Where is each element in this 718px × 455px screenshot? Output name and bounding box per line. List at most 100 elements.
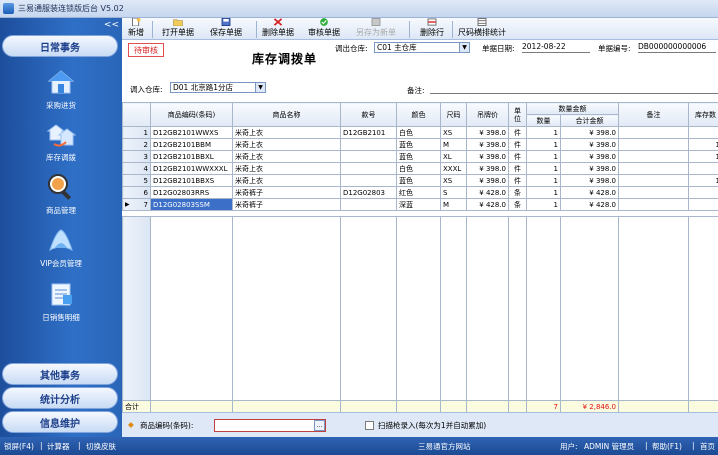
switch-skin-link[interactable]: 切换皮肤	[86, 441, 116, 452]
cell-stock[interactable]	[688, 162, 718, 175]
sidebar-item-products[interactable]: 商品管理	[0, 173, 122, 223]
cell-style[interactable]: D12GB2101	[340, 126, 397, 139]
table-row[interactable]: 5D12GB2101BBXS米奇上衣蓝色XS¥ 398.0件1¥ 398.01	[122, 174, 718, 187]
sidebar-item-purchase[interactable]: 采购进货	[0, 68, 122, 118]
column-header-total[interactable]: 合计金额	[560, 114, 619, 127]
cell-unit[interactable]: 条	[508, 198, 527, 211]
cell-size[interactable]: XS	[440, 174, 467, 187]
cell-size[interactable]: XS	[440, 126, 467, 139]
cell-qty[interactable]: 1	[526, 198, 561, 211]
help-link[interactable]: 帮助(F1)	[652, 441, 682, 452]
cell-style[interactable]	[340, 174, 397, 187]
cell-size[interactable]: M	[440, 138, 467, 151]
in-warehouse-select[interactable]: D01 北京路1分店 ▼	[170, 82, 266, 93]
row-number[interactable]: ▶ 7	[122, 198, 151, 211]
cell-price[interactable]: ¥ 428.0	[466, 186, 509, 199]
sidebar-item-daily-sales[interactable]: 日销售明细	[0, 280, 122, 330]
column-header-size[interactable]: 尺码	[440, 102, 467, 127]
cell-price[interactable]: ¥ 398.0	[466, 174, 509, 187]
collapse-sidebar-icon[interactable]: <<	[104, 20, 119, 30]
row-number[interactable]: 5	[122, 174, 151, 187]
cell-price[interactable]: ¥ 428.0	[466, 198, 509, 211]
cell-style[interactable]	[340, 162, 397, 175]
cell-price[interactable]: ¥ 398.0	[466, 138, 509, 151]
chevron-down-icon[interactable]: ▼	[255, 83, 265, 92]
table-row[interactable]: 2D12GB2101BBM米奇上衣蓝色M¥ 398.0件1¥ 398.01	[122, 138, 718, 151]
cell-qty[interactable]: 1	[526, 138, 561, 151]
cell-style[interactable]: D12G02803	[340, 186, 397, 199]
official-site-link[interactable]: 三易通官方网站	[418, 441, 471, 452]
column-header-price[interactable]: 吊牌价	[466, 102, 509, 127]
table-row[interactable]: 6 D12G02803RRS 米奇裤子 D12G02803 红色 S ¥ 428.0 条 1 ¥ …	[122, 186, 718, 199]
sidebar-item-vip[interactable]: VIP会员管理	[0, 226, 122, 276]
cell-stock[interactable]	[688, 126, 718, 139]
cell-note[interactable]	[618, 186, 689, 199]
table-row[interactable]: ▶ 7 D12G02803SSM 米奇裤子 深蓝 M ¥ 428.0 条 1 ¥ 428.0	[122, 198, 718, 211]
cell-size[interactable]: XL	[440, 150, 467, 163]
table-row[interactable]: 4 D12GB2101WWXXXL 米奇上衣 白色 XXXL ¥ 398.0 件 1 ¥ 398…	[122, 162, 718, 175]
cell-qty[interactable]: 1	[526, 186, 561, 199]
cell-code[interactable]: D12GB2101BBXS	[150, 174, 233, 187]
cell-color[interactable]: 白色	[396, 162, 441, 175]
cell-name[interactable]: 米奇裤子	[232, 198, 341, 211]
cell-name[interactable]: 米奇上衣	[232, 126, 341, 139]
cell-note[interactable]	[618, 126, 689, 139]
doc-no-field[interactable]: DB000000000006	[638, 42, 716, 53]
delete-button[interactable]: 删除单据	[262, 18, 294, 40]
cell-total[interactable]: ¥ 398.0	[560, 138, 619, 151]
cell-color[interactable]: 白色	[396, 126, 441, 139]
cell-name[interactable]: 米奇上衣	[232, 162, 341, 175]
cell-note[interactable]	[618, 198, 689, 211]
note-field[interactable]	[430, 83, 718, 94]
cell-note[interactable]	[618, 162, 689, 175]
delete-row-button[interactable]: 删除行	[420, 18, 444, 40]
cell-stock[interactable]: 1	[688, 150, 718, 163]
cell-size[interactable]: XXXL	[440, 162, 467, 175]
column-header-note[interactable]: 备注	[618, 102, 689, 127]
cell-price[interactable]: ¥ 398.0	[466, 126, 509, 139]
cell-qty[interactable]: 1	[526, 126, 561, 139]
section-other-button[interactable]: 其他事务	[2, 363, 118, 385]
cell-note[interactable]	[618, 150, 689, 163]
cell-color[interactable]: 深蓝	[396, 198, 441, 211]
cell-style[interactable]	[340, 150, 397, 163]
cell-unit[interactable]: 件	[508, 138, 527, 151]
column-header-unit[interactable]: 单位	[508, 102, 527, 127]
save-button[interactable]: 保存单据	[210, 18, 242, 40]
column-header-qty[interactable]: 数量	[526, 114, 561, 127]
cell-price[interactable]: ¥ 398.0	[466, 150, 509, 163]
section-daily-button[interactable]: 日常事务	[2, 35, 118, 57]
row-number[interactable]: 2	[122, 138, 151, 151]
cell-name[interactable]: 米奇上衣	[232, 174, 341, 187]
barcode-lookup-icon[interactable]: …	[314, 420, 325, 431]
cell-name[interactable]: 米奇上衣	[232, 150, 341, 163]
cell-total[interactable]: ¥ 398.0	[560, 126, 619, 139]
section-stats-button[interactable]: 统计分析	[2, 387, 118, 409]
cell-note[interactable]	[618, 138, 689, 151]
sidebar-item-transfer[interactable]: 库存调拨	[0, 120, 122, 170]
column-header-name[interactable]: 商品名称	[232, 102, 341, 127]
home-link[interactable]: 首页	[700, 441, 715, 452]
lock-screen-link[interactable]: 锁屏(F4)	[4, 441, 34, 452]
cell-color[interactable]: 蓝色	[396, 174, 441, 187]
date-field[interactable]: 2012-08-22	[522, 42, 590, 53]
barcode-input[interactable]	[214, 419, 326, 432]
cell-price[interactable]: ¥ 398.0	[466, 162, 509, 175]
row-number[interactable]: 3	[122, 150, 151, 163]
chevron-down-icon[interactable]: ▼	[459, 43, 469, 52]
cell-color[interactable]: 红色	[396, 186, 441, 199]
out-warehouse-select[interactable]: C01 主仓库 ▼	[374, 42, 470, 53]
cell-style[interactable]	[340, 198, 397, 211]
cell-total[interactable]: ¥ 398.0	[560, 162, 619, 175]
cell-code[interactable]: D12GB2101BBXL	[150, 150, 233, 163]
row-number[interactable]: 6	[122, 186, 151, 199]
cell-unit[interactable]: 件	[508, 162, 527, 175]
cell-qty[interactable]: 1	[526, 162, 561, 175]
cell-code[interactable]: D12G02803SSM	[150, 198, 233, 211]
cell-name[interactable]: 米奇上衣	[232, 138, 341, 151]
table-row[interactable]: 3D12GB2101BBXL米奇上衣蓝色XL¥ 398.0件1¥ 398.01	[122, 150, 718, 163]
cell-note[interactable]	[618, 174, 689, 187]
cell-stock[interactable]	[688, 198, 718, 211]
scan-gun-checkbox[interactable]	[365, 421, 374, 430]
cell-unit[interactable]: 件	[508, 150, 527, 163]
